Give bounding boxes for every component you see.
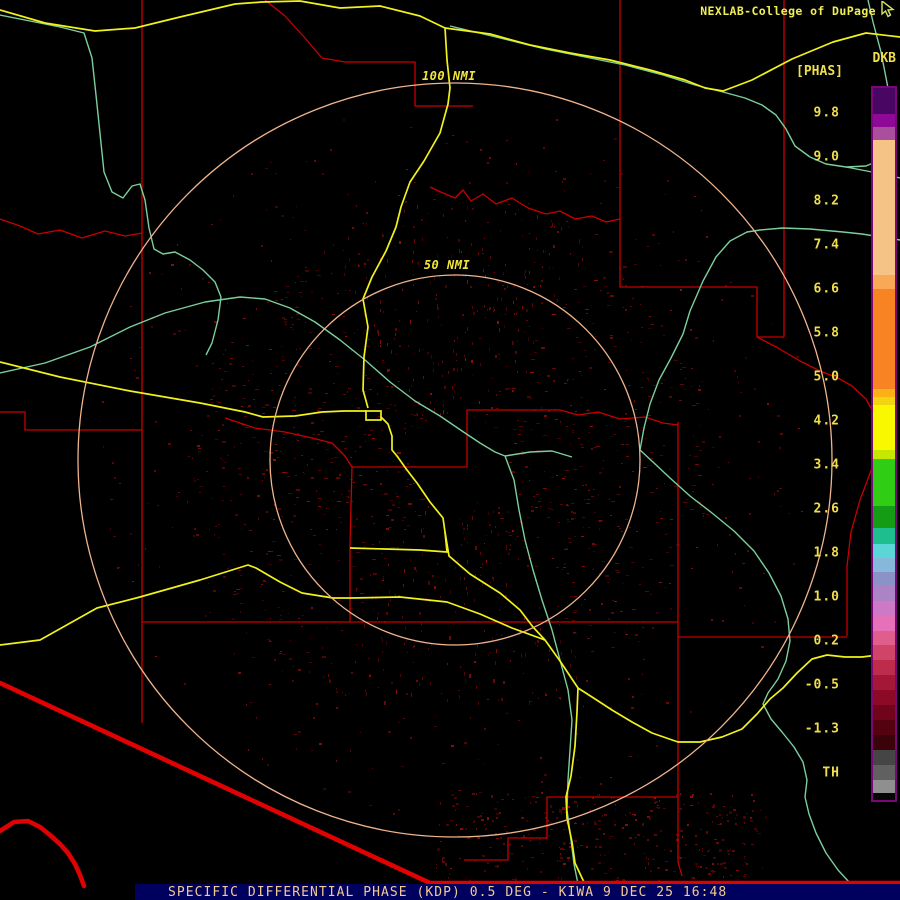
colorbar-segment (873, 140, 895, 275)
colorbar-segment (873, 389, 895, 397)
colorbar-segment (873, 114, 895, 127)
colorbar-segment (873, 690, 895, 705)
colorbar-segment (873, 275, 895, 289)
brand-text: NEXLAB-College of DuPage (700, 4, 876, 18)
colorbar-segment (873, 405, 895, 450)
colorbar-segment (873, 289, 895, 389)
colorbar-segment (873, 544, 895, 558)
secondary-highways (0, 0, 900, 884)
interchange-box (366, 411, 381, 420)
colorbar-segment (873, 397, 895, 405)
colorbar-segment (873, 450, 895, 459)
colorbar-phase-label: [PHAS] (796, 64, 843, 79)
colorbar-segment (873, 750, 895, 765)
colorbar-segment (873, 127, 895, 140)
international-border (0, 683, 900, 886)
colorbar-segment (873, 675, 895, 690)
colorbar-segment (873, 780, 895, 793)
colorbar-unit-label: DKB (873, 51, 896, 66)
colorbar-segment (873, 793, 895, 800)
colorbar (871, 86, 897, 802)
radar-viewer: 100 NMI 50 NMI NEXLAB-College of DuPage D… (0, 0, 900, 900)
status-bar: SPECIFIC DIFFERENTIAL PHASE (KDP) 0.5 DE… (135, 884, 900, 900)
outer-range-ring-label: 100 NMI (422, 69, 476, 83)
colorbar-segment (873, 660, 895, 675)
colorbar-segment (873, 720, 895, 735)
mouse-cursor-icon (879, 1, 897, 19)
colorbar-segment (873, 631, 895, 645)
colorbar-segment (873, 572, 895, 586)
colorbar-segment (873, 459, 895, 506)
colorbar-segment (873, 765, 895, 780)
inner-range-ring-label: 50 NMI (424, 258, 471, 272)
colorbar-segment (873, 528, 895, 544)
interstate-highways (0, 1, 900, 884)
colorbar-segment (873, 506, 895, 528)
colorbar-segment (873, 558, 895, 572)
colorbar-segment (873, 88, 895, 114)
colorbar-segment (873, 586, 895, 601)
range-rings: 100 NMI 50 NMI (78, 69, 832, 837)
colorbar-segment (873, 735, 895, 750)
colorbar-segment (873, 645, 895, 660)
radar-map[interactable]: 100 NMI 50 NMI (0, 0, 900, 900)
product-caption: SPECIFIC DIFFERENTIAL PHASE (KDP) 0.5 DE… (168, 885, 727, 900)
colorbar-segment (873, 616, 895, 631)
colorbar-segment (873, 705, 895, 720)
colorbar-segment (873, 601, 895, 616)
